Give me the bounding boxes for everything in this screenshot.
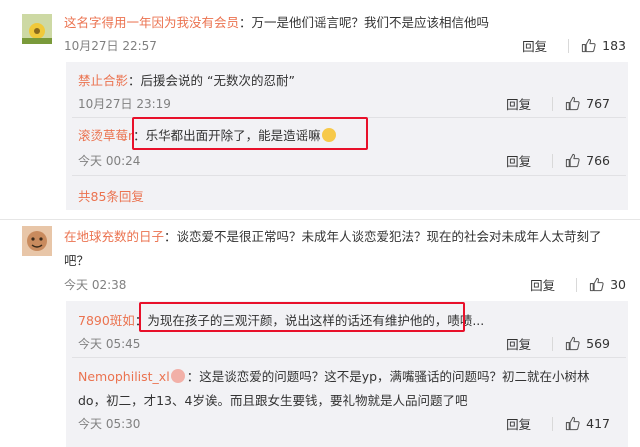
thumbs-up-icon bbox=[566, 336, 580, 351]
timestamp: 今天 02:38 bbox=[64, 278, 127, 292]
reply-actions: 回复 766 bbox=[506, 151, 610, 170]
divider bbox=[568, 38, 570, 53]
reply-body-continued: do，初二，才13、4岁诶。而且跟女生要钱，要礼物就是人品问题了吧 bbox=[78, 393, 468, 408]
highlight-box bbox=[139, 302, 465, 332]
comment-actions: 回复 183 bbox=[522, 36, 626, 55]
thumbs-up-icon bbox=[566, 96, 580, 111]
username-link[interactable]: 7890斑如 bbox=[78, 313, 135, 328]
like-button[interactable]: 767 bbox=[565, 96, 610, 111]
like-count: 569 bbox=[586, 336, 610, 351]
highlight-box bbox=[132, 117, 368, 150]
avatar[interactable] bbox=[22, 14, 52, 44]
timestamp: 今天 00:24 bbox=[78, 154, 141, 168]
like-button[interactable]: 569 bbox=[565, 336, 610, 351]
comment-actions: 回复 30 bbox=[530, 275, 626, 294]
like-count: 766 bbox=[586, 153, 610, 168]
thumbs-up-icon bbox=[566, 153, 580, 168]
reply-button[interactable]: 回复 bbox=[506, 334, 542, 353]
comment-divider bbox=[0, 219, 640, 220]
reply-button[interactable]: 回复 bbox=[506, 414, 542, 433]
reply-body: ：这是谈恋爱的问题吗？这不是yp，满嘴骚话的问题吗？初二就在小树林 bbox=[186, 369, 590, 384]
reply-actions: 回复 767 bbox=[506, 94, 610, 113]
divider bbox=[576, 277, 578, 292]
like-count: 30 bbox=[610, 277, 626, 292]
divider bbox=[552, 96, 554, 111]
thumbs-up-icon bbox=[582, 38, 596, 53]
timestamp: 10月27日 22:57 bbox=[64, 39, 157, 53]
comment-body-continued: 吧？ bbox=[64, 253, 90, 268]
username-link[interactable]: Nemophilist_xl bbox=[78, 369, 170, 384]
reply-button[interactable]: 回复 bbox=[522, 36, 558, 55]
reply-button[interactable]: 回复 bbox=[530, 275, 566, 294]
timestamp: 10月27日 23:19 bbox=[78, 97, 171, 111]
comment-body: ：谈恋爱不是很正常吗？未成年人谈恋爱犯法？现在的社会对未成年人太苛刻了 bbox=[164, 229, 602, 244]
comment-text: 在地球充数的日子：谈恋爱不是很正常吗？未成年人谈恋爱犯法？现在的社会对未成年人太… bbox=[64, 226, 602, 245]
reply-text: 禁止合影：后援会说的 “无数次的忍耐” bbox=[78, 70, 295, 89]
reply-button[interactable]: 回复 bbox=[506, 151, 542, 170]
avatar[interactable] bbox=[22, 226, 52, 256]
username-link[interactable]: 滚烫草莓r bbox=[78, 128, 133, 143]
more-replies-link[interactable]: 共85条回复 bbox=[78, 186, 144, 205]
comment-body: ：万一是他们谣言呢？我们不是应该相信他吗 bbox=[239, 15, 490, 30]
timestamp: 今天 05:45 bbox=[78, 337, 141, 351]
vip-badge-icon bbox=[170, 369, 185, 383]
like-count: 183 bbox=[602, 38, 626, 53]
like-count: 417 bbox=[586, 416, 610, 431]
reply-button[interactable]: 回复 bbox=[506, 94, 542, 113]
reply-actions: 回复 417 bbox=[506, 414, 610, 433]
divider bbox=[552, 416, 554, 431]
like-button[interactable]: 30 bbox=[589, 277, 626, 292]
thumbs-up-icon bbox=[566, 416, 580, 431]
like-button[interactable]: 766 bbox=[565, 153, 610, 168]
timestamp: 今天 05:30 bbox=[78, 417, 141, 431]
divider bbox=[72, 357, 626, 358]
divider bbox=[72, 175, 626, 176]
thumbs-up-icon bbox=[589, 277, 604, 292]
reply-actions: 回复 569 bbox=[506, 334, 610, 353]
like-button[interactable]: 417 bbox=[565, 416, 610, 431]
divider bbox=[552, 153, 554, 168]
comment-text: 这名字得用一年因为我没有会员：万一是他们谣言呢？我们不是应该相信他吗 bbox=[64, 12, 489, 31]
username-link[interactable]: 禁止合影 bbox=[78, 73, 128, 88]
username-link[interactable]: 这名字得用一年因为我没有会员 bbox=[64, 15, 239, 30]
reply-text: Nemophilist_xl ：这是谈恋爱的问题吗？这不是yp，满嘴骚话的问题吗？… bbox=[78, 366, 590, 385]
like-button[interactable]: 183 bbox=[581, 38, 626, 53]
like-count: 767 bbox=[586, 96, 610, 111]
username-link[interactable]: 在地球充数的日子 bbox=[64, 229, 164, 244]
reply-body: ：后援会说的 “无数次的忍耐” bbox=[128, 73, 295, 88]
divider bbox=[552, 336, 554, 351]
